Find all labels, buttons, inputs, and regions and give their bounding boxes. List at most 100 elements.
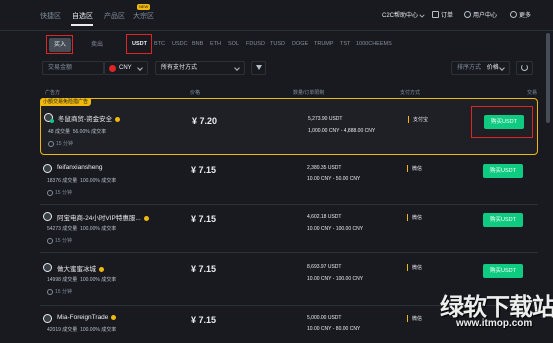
merchant-name[interactable]: feifanxiansheng xyxy=(57,164,103,171)
table-row: 小额交易免险措广告 冬鼠商贸-资金安全 48 成交量 56.00% 成交率 15… xyxy=(40,98,538,155)
payment-method: 微信 xyxy=(407,214,422,221)
currency-value: CNY xyxy=(119,65,132,71)
scrollbar[interactable] xyxy=(546,33,550,123)
coin-doge[interactable]: DOGE xyxy=(292,41,308,47)
coin-eth[interactable]: ETH xyxy=(210,41,221,47)
chevron-down-icon xyxy=(137,65,143,71)
coin-tst[interactable]: TST xyxy=(340,41,350,47)
buy-button-highlight-box xyxy=(471,106,533,138)
filter-button[interactable] xyxy=(251,61,266,75)
user-center-label: 用户中心 xyxy=(473,13,498,19)
pay-time: 15 分钟 xyxy=(47,189,72,196)
coin-fdusd[interactable]: FDUSD xyxy=(246,41,265,47)
more-label: 更多 xyxy=(519,13,532,19)
ad-price: ¥ 7.15 xyxy=(191,165,217,175)
ad-price: ¥ 7.15 xyxy=(191,264,217,274)
verified-badge-icon xyxy=(111,314,117,320)
buy-highlight-box xyxy=(46,35,73,54)
c2c-help-label: C2C帮助中心 xyxy=(382,13,419,19)
tab-bulk[interactable]: 大宗区 xyxy=(133,11,154,21)
header-price: 价格 xyxy=(190,90,201,96)
orders-link[interactable]: 订单 xyxy=(432,10,453,19)
tab-quick[interactable]: 快捷区 xyxy=(40,11,61,21)
clock-icon xyxy=(47,237,53,244)
tab-product[interactable]: 产品区 xyxy=(104,11,125,21)
header-merchant: 广告方 xyxy=(45,90,61,96)
coin-1000cheems[interactable]: 1000CHEEMS xyxy=(356,41,392,47)
row-divider xyxy=(40,252,538,253)
merchant-stats: 42019 成交量 100.00% 成交率 xyxy=(47,327,117,333)
clock-icon xyxy=(47,288,53,295)
order-limit: 1,000.00 CNY - 4,888.00 CNY xyxy=(308,128,376,134)
refresh-button[interactable] xyxy=(516,61,533,75)
merchant-name[interactable]: 阿宝电商-24小时VIP特惠服... xyxy=(57,212,149,222)
avatar xyxy=(43,263,52,272)
coin-bnb[interactable]: BNB xyxy=(192,41,203,47)
payment-value: 所有支付方式 xyxy=(161,65,198,71)
available-amount: 2,380.35 USDT xyxy=(307,165,342,171)
buy-usdt-button[interactable]: 购买USDT xyxy=(483,264,523,278)
order-limit: 10.00 CNY - 50.00 CNY xyxy=(307,176,361,182)
header-payment: 支付方式 xyxy=(400,90,421,96)
ad-price: ¥ 7.20 xyxy=(192,116,218,126)
sort-label: 排序方式 xyxy=(457,65,482,71)
watermark-url: www.itmop.com xyxy=(456,318,533,329)
order-limit: 10.00 CNY - 100.00 CNY xyxy=(307,276,364,282)
promo-tag: 小额交易免险措广告 xyxy=(40,98,92,106)
amount-input[interactable]: 交易金额 xyxy=(42,61,104,75)
verified-badge-icon xyxy=(143,215,149,221)
merchant-name[interactable]: 冬鼠商贸-资金安全 xyxy=(58,113,121,123)
buy-usdt-button[interactable]: 购买USDT xyxy=(483,213,523,227)
more-icon xyxy=(510,11,517,18)
more-menu[interactable]: 更多 xyxy=(510,10,531,19)
header-divider xyxy=(0,30,553,31)
payment-select[interactable]: 所有支付方式 xyxy=(155,61,245,75)
refresh-icon xyxy=(521,64,528,71)
top-navbar: 快捷区 自选区 产品区 NEW 大宗区 C2C帮助中心 订单 用户中心 更多 xyxy=(0,0,553,30)
table-row: 阿宝电商-24小时VIP特惠服... 54273 成交量 100.00% 成交率… xyxy=(40,206,538,251)
coin-usdc[interactable]: USDC xyxy=(172,41,188,47)
user-center-link[interactable]: 用户中心 xyxy=(464,10,497,19)
merchant-name[interactable]: 做大蜜蜜冰城 xyxy=(57,263,104,273)
pay-time: 15 分钟 xyxy=(47,237,72,244)
cny-flag-icon xyxy=(109,65,116,72)
coin-trump[interactable]: TRUMP xyxy=(314,41,334,47)
c2c-help-link[interactable]: C2C帮助中心 xyxy=(382,10,425,19)
available-amount: 5,000.00 USDT xyxy=(307,315,342,321)
currency-select[interactable]: CNY xyxy=(104,61,148,75)
orders-icon xyxy=(432,11,439,18)
row-divider xyxy=(40,204,538,205)
clock-icon xyxy=(47,189,53,196)
sort-value: 价格 xyxy=(486,65,499,71)
order-limit: 10.00 CNY - 80.00 CNY xyxy=(307,326,361,332)
coin-tusd[interactable]: TUSD xyxy=(270,41,285,47)
verified-dot-icon xyxy=(50,119,54,123)
verified-badge-icon xyxy=(115,116,121,122)
clock-icon xyxy=(48,140,54,147)
payment-method: 微信 xyxy=(407,165,422,172)
watermark-logo: 绿软下载站 xyxy=(440,293,553,321)
header-limits: 数量/订单限制 xyxy=(293,90,325,96)
sell-toggle[interactable]: 卖出 xyxy=(86,38,108,52)
tab-custom[interactable]: 自选区 xyxy=(72,11,93,21)
payment-method: 微信 xyxy=(407,264,422,271)
buy-usdt-button[interactable]: 购买USDT xyxy=(483,164,523,178)
coin-btc[interactable]: BTC xyxy=(154,41,165,47)
merchant-stats: 14998 成交量 100.00% 成交率 xyxy=(47,277,117,283)
avatar xyxy=(43,164,52,173)
chevron-down-icon xyxy=(499,65,505,71)
sort-select[interactable]: 排序方式 价格 xyxy=(451,61,510,75)
chevron-down-icon xyxy=(234,65,240,71)
available-amount: 4,602.18 USDT xyxy=(307,214,342,220)
merchant-stats: 54273 成交量 100.00% 成交率 xyxy=(47,226,117,232)
merchant-name[interactable]: Mia-ForeignTrade xyxy=(57,314,117,321)
avatar xyxy=(43,212,52,221)
merchant-stats: 18376 成交量 100.00% 成交率 xyxy=(47,178,117,184)
pay-time: 15 分钟 xyxy=(48,140,73,147)
coin-sol[interactable]: SOL xyxy=(228,41,239,47)
ad-price: ¥ 7.15 xyxy=(191,315,217,325)
usdt-highlight-box xyxy=(126,34,152,54)
chevron-down-icon xyxy=(419,11,425,18)
merchant-stats: 48 成交量 56.00% 成交率 xyxy=(48,129,107,135)
order-limit: 10.00 CNY - 100.00 CNY xyxy=(307,226,364,232)
